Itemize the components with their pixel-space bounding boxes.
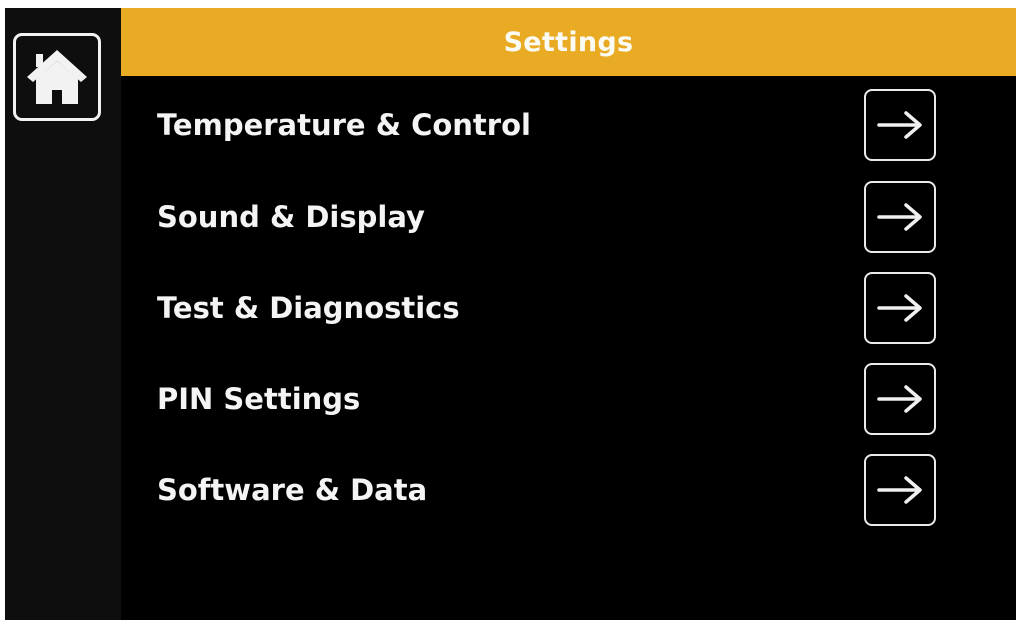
test-diagnostics-arrow-button[interactable] — [864, 272, 936, 344]
menu-item-label: Temperature & Control — [157, 108, 531, 142]
temperature-control-arrow-button[interactable] — [864, 89, 936, 161]
software-data-arrow-button[interactable] — [864, 454, 936, 526]
menu-item-label: Test & Diagnostics — [157, 291, 460, 325]
menu-item-temperature-control[interactable]: Temperature & Control — [121, 80, 1016, 170]
pin-settings-arrow-button[interactable] — [864, 363, 936, 435]
arrow-right-icon — [877, 476, 922, 504]
menu-item-label: Sound & Display — [157, 200, 425, 234]
menu-item-software-data[interactable]: Software & Data — [121, 445, 1016, 535]
sidebar — [5, 8, 121, 620]
menu-item-sound-display[interactable]: Sound & Display — [121, 172, 1016, 262]
menu-item-test-diagnostics[interactable]: Test & Diagnostics — [121, 263, 1016, 353]
arrow-right-icon — [877, 385, 922, 413]
sound-display-arrow-button[interactable] — [864, 181, 936, 253]
menu-item-label: Software & Data — [157, 473, 428, 507]
arrow-right-icon — [877, 203, 922, 231]
settings-menu: Temperature & Control Sound & Display Te… — [121, 76, 1016, 620]
home-icon — [27, 50, 87, 104]
menu-item-label: PIN Settings — [157, 382, 361, 416]
arrow-right-icon — [877, 294, 922, 322]
menu-item-pin-settings[interactable]: PIN Settings — [121, 354, 1016, 444]
page-title: Settings — [503, 26, 634, 58]
home-button[interactable] — [13, 33, 101, 121]
settings-screen: Settings Temperature & Control Sound & D… — [5, 8, 1016, 620]
arrow-right-icon — [877, 111, 922, 139]
header-bar: Settings — [121, 8, 1016, 76]
